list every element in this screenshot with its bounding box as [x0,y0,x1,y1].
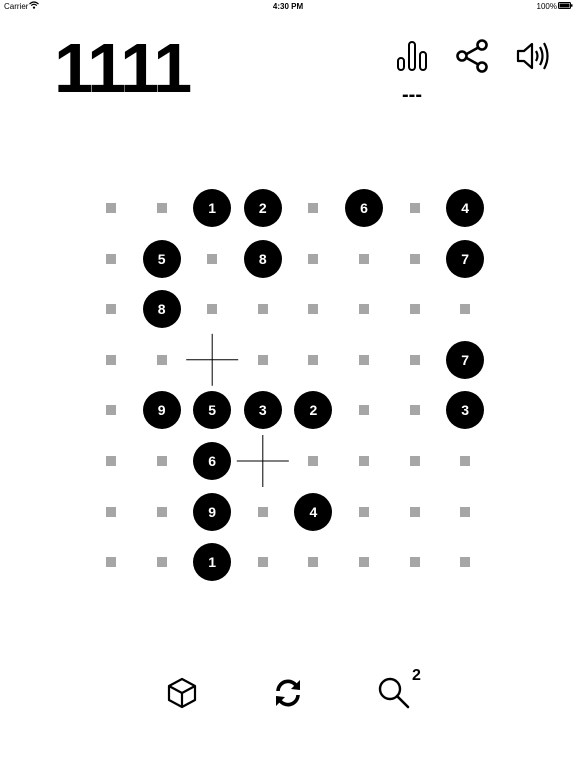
empty-cell[interactable] [257,304,268,315]
empty-cell[interactable] [359,456,369,466]
empty-cell[interactable] [257,354,268,365]
search-icon[interactable] [377,676,411,710]
empty-cell[interactable] [409,456,420,466]
number-tile[interactable]: 4 [446,189,485,227]
empty-cell[interactable] [308,557,319,568]
empty-cell[interactable] [156,557,167,568]
empty-cell[interactable] [257,506,268,517]
empty-cell[interactable] [409,506,420,517]
empty-cell[interactable] [156,203,167,213]
empty-cell[interactable] [106,253,116,264]
number-tile[interactable]: 9 [142,391,181,430]
number-tile[interactable]: 7 [446,239,485,278]
empty-cell[interactable] [308,253,319,264]
empty-cell[interactable] [106,203,116,213]
empty-cell[interactable] [409,304,420,315]
empty-cell[interactable] [460,557,471,568]
empty-cell[interactable] [308,304,319,315]
empty-cell[interactable] [359,304,369,315]
number-tile[interactable]: 4 [294,492,333,531]
empty-cell[interactable] [359,354,369,365]
empty-cell[interactable] [359,557,369,568]
number-tile[interactable]: 7 [446,340,485,379]
empty-cell[interactable] [409,405,420,416]
empty-cell[interactable] [409,203,420,213]
empty-cell[interactable] [257,557,268,568]
empty-cell[interactable] [359,405,369,416]
number-tile[interactable]: 1 [193,189,232,227]
number-tile[interactable]: 6 [345,189,383,227]
empty-cell[interactable] [106,304,116,315]
empty-cell[interactable] [359,253,369,264]
empty-cell[interactable] [308,354,319,365]
number-tile[interactable]: 8 [243,239,282,278]
empty-cell[interactable] [409,253,420,264]
hint-count: 2 [412,667,421,684]
number-tile[interactable]: 3 [243,391,282,430]
empty-cell[interactable] [359,506,369,517]
empty-cell[interactable] [106,354,116,365]
number-tile[interactable]: 2 [243,189,282,227]
empty-cell[interactable] [308,456,319,466]
empty-cell[interactable] [460,506,471,517]
game-board: 126458787953236941 [0,0,576,768]
empty-cell[interactable] [409,557,420,568]
empty-cell[interactable] [207,253,218,264]
empty-cell[interactable] [308,203,319,213]
empty-cell[interactable] [460,304,471,315]
cross-marker[interactable] [186,333,239,386]
cross-marker[interactable] [236,435,289,487]
empty-cell[interactable] [156,506,167,517]
empty-cell[interactable] [106,456,116,466]
empty-cell[interactable] [106,557,116,568]
empty-cell[interactable] [409,354,420,365]
refresh-icon[interactable] [271,676,305,710]
empty-cell[interactable] [156,456,167,466]
empty-cell[interactable] [106,405,116,416]
cube-icon[interactable] [165,676,199,710]
number-tile[interactable]: 9 [193,492,232,531]
empty-cell[interactable] [207,304,218,315]
empty-cell[interactable] [460,456,471,466]
number-tile[interactable]: 5 [142,239,181,278]
number-tile[interactable]: 6 [193,442,232,480]
number-tile[interactable]: 8 [142,290,181,329]
empty-cell[interactable] [106,506,116,517]
empty-cell[interactable] [156,354,167,365]
board-markers [186,333,289,487]
